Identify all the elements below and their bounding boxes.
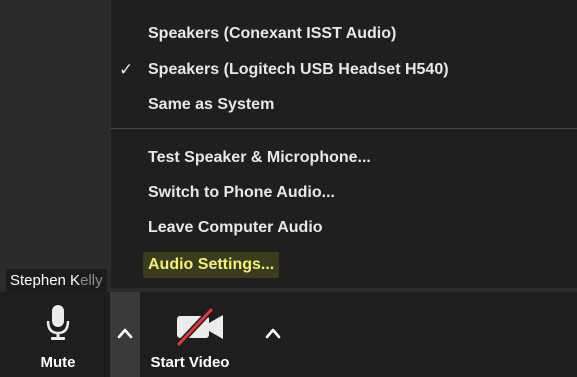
menu-item-label: Leave Computer Audio xyxy=(148,219,323,236)
caret-up-icon xyxy=(117,328,133,339)
video-options-caret-button[interactable] xyxy=(258,292,288,377)
microphone-icon xyxy=(46,305,70,340)
mute-label: Mute xyxy=(40,354,76,371)
meeting-toolbar: Mute Start Video xyxy=(0,292,577,377)
audio-options-menu: Speakers (Conexant ISST Audio) ✓ Speaker… xyxy=(110,0,577,288)
menu-item-audio-settings[interactable]: Audio Settings... xyxy=(143,252,280,278)
menu-item-test-speaker-microphone[interactable]: Test Speaker & Microphone... xyxy=(148,145,371,171)
participant-name-tag: Stephen Kelly xyxy=(6,269,107,293)
participant-name-faded: elly xyxy=(80,272,103,289)
mute-button[interactable]: Mute xyxy=(28,292,88,377)
start-video-label: Start Video xyxy=(150,354,230,371)
menu-item-label: Speakers (Conexant ISST Audio) xyxy=(148,25,397,42)
zoom-meeting-window: Stephen Kelly Speakers (Conexant ISST Au… xyxy=(0,0,577,377)
start-video-button[interactable]: Start Video xyxy=(145,292,235,377)
checkmark-icon: ✓ xyxy=(119,60,134,79)
menu-item-switch-to-phone-audio[interactable]: Switch to Phone Audio... xyxy=(148,180,335,206)
menu-item-label: Audio Settings... xyxy=(148,256,275,273)
menu-item-speakers-conexant[interactable]: Speakers (Conexant ISST Audio) xyxy=(148,21,396,47)
audio-options-caret-button[interactable] xyxy=(110,292,140,377)
menu-item-label: Same as System xyxy=(148,96,275,113)
menu-item-label: Switch to Phone Audio... xyxy=(148,184,335,201)
menu-item-speakers-logitech[interactable]: Speakers (Logitech USB Headset H540) xyxy=(148,57,449,83)
menu-item-same-as-system[interactable]: Same as System xyxy=(148,92,274,118)
menu-item-label: Test Speaker & Microphone... xyxy=(148,149,371,166)
menu-item-label: Speakers (Logitech USB Headset H540) xyxy=(148,61,449,78)
menu-item-leave-computer-audio[interactable]: Leave Computer Audio xyxy=(148,215,323,241)
participant-name: Stephen K xyxy=(10,272,81,289)
menu-divider xyxy=(111,128,577,129)
caret-up-icon xyxy=(265,328,281,339)
video-off-icon xyxy=(176,308,223,346)
